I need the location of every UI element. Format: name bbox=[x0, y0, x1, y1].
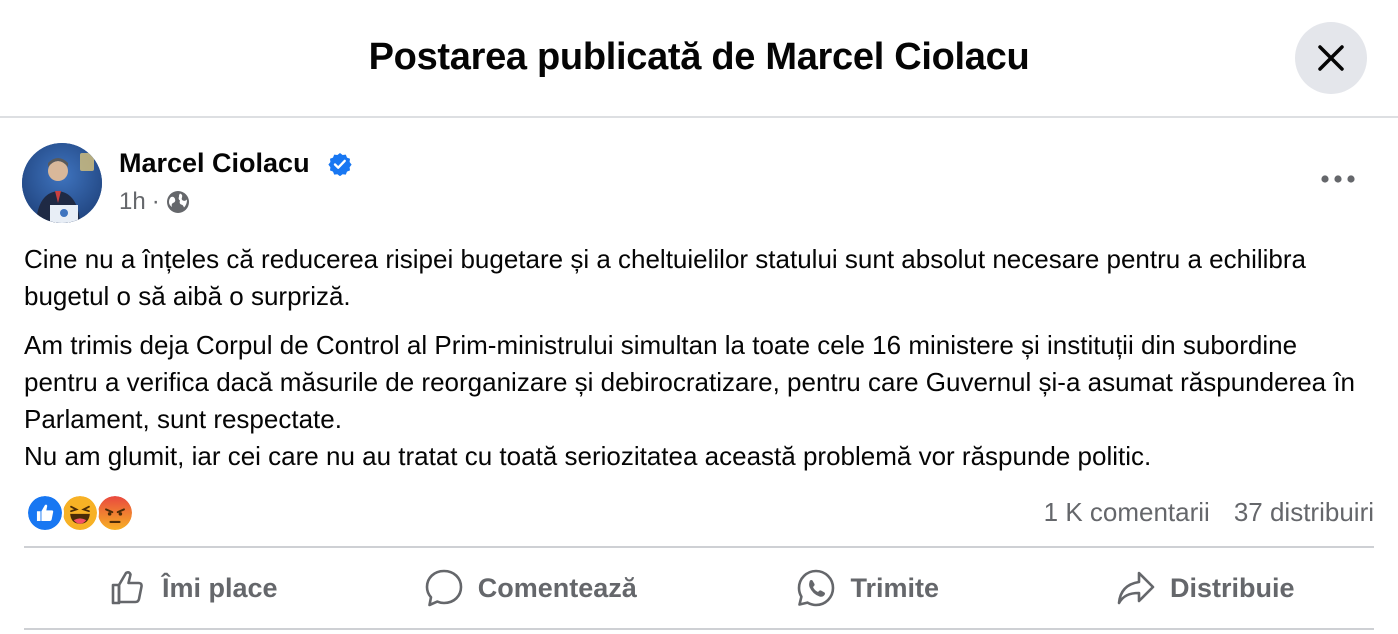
send-label: Trimite bbox=[850, 572, 940, 603]
comment-icon bbox=[425, 569, 463, 607]
like-reaction-icon bbox=[26, 494, 64, 532]
more-icon bbox=[1321, 175, 1355, 183]
comments-count[interactable]: 1 K comentarii bbox=[1044, 497, 1210, 528]
action-bar: Îmi place Comentează Trimite Distribuie bbox=[24, 550, 1374, 626]
close-button[interactable] bbox=[1295, 22, 1367, 94]
post-time[interactable]: 1h bbox=[119, 188, 146, 216]
comment-button[interactable]: Comentează bbox=[362, 550, 700, 626]
reaction-icons[interactable] bbox=[26, 493, 146, 533]
post-body: Cine nu a înțeles că reducerea risipei b… bbox=[24, 241, 1369, 487]
dialog-title: Postarea publicată de Marcel Ciolacu bbox=[368, 36, 1030, 78]
post-dialog: Postarea publicată de Marcel Ciolacu Mar… bbox=[0, 0, 1398, 634]
post-paragraph: Cine nu a înțeles că reducerea risipei b… bbox=[24, 244, 1306, 311]
thumbs-up-icon bbox=[111, 570, 143, 605]
post-paragraph: Nu am glumit, iar cei care nu au tratat … bbox=[24, 441, 1152, 471]
post-header: Marcel Ciolacu 1h · bbox=[22, 143, 1376, 223]
reactions-summary: 1 K comentarii 37 distribuiri bbox=[24, 493, 1374, 533]
divider bbox=[24, 628, 1374, 630]
globe-icon bbox=[166, 191, 189, 213]
more-options-button[interactable] bbox=[1318, 165, 1358, 193]
share-button[interactable]: Distribuie bbox=[1037, 550, 1375, 626]
close-icon bbox=[1318, 45, 1344, 71]
send-button[interactable]: Trimite bbox=[699, 550, 1037, 626]
angry-reaction-icon bbox=[96, 494, 134, 532]
haha-reaction-icon bbox=[61, 494, 99, 532]
meta-separator: · bbox=[151, 188, 160, 215]
divider bbox=[24, 546, 1374, 548]
share-icon bbox=[1117, 571, 1155, 605]
shares-count[interactable]: 37 distribuiri bbox=[1234, 497, 1374, 528]
engagement-counts: 1 K comentarii 37 distribuiri bbox=[1044, 497, 1374, 528]
comment-label: Comentează bbox=[477, 572, 637, 603]
post-paragraph: Am trimis deja Corpul de Control al Prim… bbox=[24, 330, 1356, 434]
like-button[interactable]: Îmi place bbox=[24, 550, 362, 626]
author-name[interactable]: Marcel Ciolacu bbox=[119, 148, 310, 179]
avatar[interactable] bbox=[22, 143, 102, 223]
like-label: Îmi place bbox=[161, 572, 278, 603]
post-meta: 1h · bbox=[119, 188, 190, 216]
share-label: Distribuie bbox=[1169, 572, 1295, 603]
whatsapp-icon bbox=[798, 569, 835, 607]
verified-badge-icon bbox=[328, 153, 352, 176]
dialog-header: Postarea publicată de Marcel Ciolacu bbox=[0, 0, 1398, 118]
